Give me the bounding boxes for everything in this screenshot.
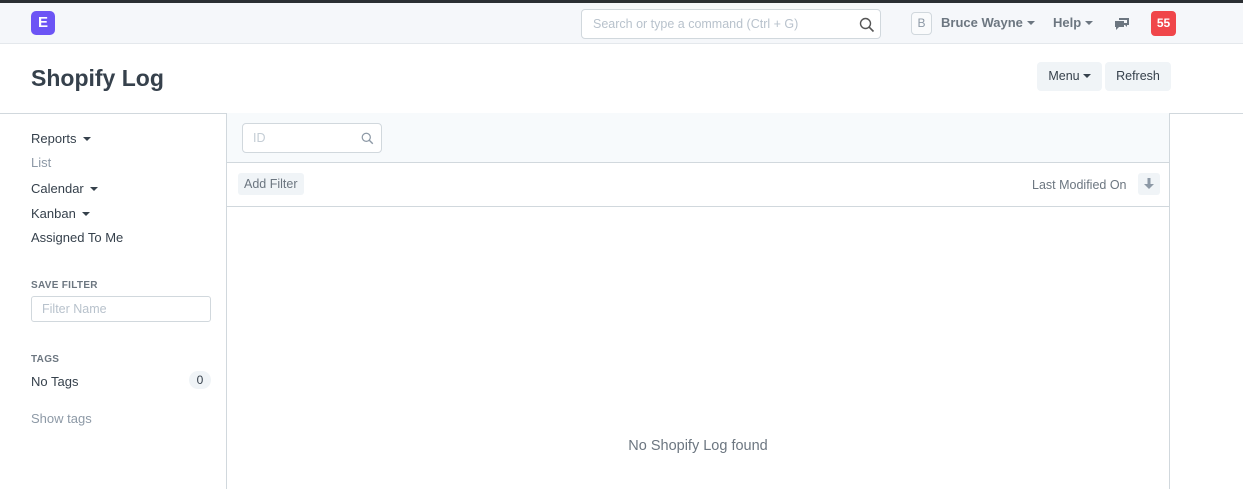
search-icon <box>361 132 374 145</box>
help-label: Help <box>1053 15 1082 30</box>
sidebar-item-label: Calendar <box>31 181 84 196</box>
list-panel: Add Filter Last Modified On No Shopify L… <box>226 113 1170 489</box>
page-title: Shopify Log <box>31 65 164 91</box>
chat-icon[interactable] <box>1114 16 1130 32</box>
page-head: Shopify Log Menu Refresh <box>0 44 1243 114</box>
id-filter-field[interactable] <box>242 123 382 153</box>
chevron-down-icon <box>1085 20 1094 25</box>
tags-heading: TAGS <box>31 354 60 365</box>
awesome-bar[interactable] <box>581 9 881 39</box>
search-icon[interactable] <box>859 17 875 33</box>
user-menu[interactable]: Bruce Wayne <box>941 15 1035 30</box>
sidebar: Reports List Calendar Kanban Assigned To… <box>0 114 227 489</box>
user-name: Bruce Wayne <box>941 15 1023 30</box>
filter-name-input[interactable] <box>32 297 210 321</box>
sort-selector[interactable]: Last Modified On <box>1032 178 1127 192</box>
empty-state-message: No Shopify Log found <box>628 438 768 454</box>
help-menu[interactable]: Help <box>1053 15 1094 30</box>
list-toolbar: Add Filter Last Modified On <box>227 163 1169 207</box>
chevron-down-icon <box>81 211 90 216</box>
sidebar-item-list[interactable]: List <box>31 155 51 170</box>
id-filter-input[interactable] <box>243 124 353 152</box>
menu-button[interactable]: Menu <box>1037 62 1102 91</box>
tag-count-badge: 0 <box>189 371 211 389</box>
sidebar-item-calendar[interactable]: Calendar <box>31 181 98 196</box>
filter-name-field[interactable] <box>31 296 211 322</box>
sort-order-button[interactable] <box>1138 173 1160 195</box>
sort-descending-icon <box>1144 178 1154 189</box>
app-logo[interactable]: E <box>31 11 55 35</box>
sidebar-item-kanban[interactable]: Kanban <box>31 206 90 221</box>
sidebar-item-label: Kanban <box>31 206 76 221</box>
sidebar-item-assigned-to-me[interactable]: Assigned To Me <box>31 230 123 245</box>
save-filter-heading: SAVE FILTER <box>31 280 98 291</box>
refresh-button[interactable]: Refresh <box>1105 62 1171 91</box>
add-filter-button[interactable]: Add Filter <box>238 173 304 195</box>
sidebar-item-reports[interactable]: Reports <box>31 131 91 146</box>
avatar[interactable]: B <box>911 12 932 35</box>
standard-filter-bar <box>227 113 1169 163</box>
chevron-down-icon <box>1082 73 1091 78</box>
sidebar-item-label: Reports <box>31 131 77 146</box>
chevron-down-icon <box>82 136 91 141</box>
search-input[interactable] <box>582 10 842 38</box>
chevron-down-icon <box>1026 20 1035 25</box>
sidebar-item-no-tags[interactable]: No Tags <box>31 374 78 389</box>
notification-badge[interactable]: 55 <box>1151 11 1176 36</box>
menu-button-label: Menu <box>1048 69 1080 83</box>
show-tags-link[interactable]: Show tags <box>31 411 92 426</box>
navbar: E B Bruce Wayne Help 55 <box>0 3 1243 44</box>
chevron-down-icon <box>89 186 98 191</box>
